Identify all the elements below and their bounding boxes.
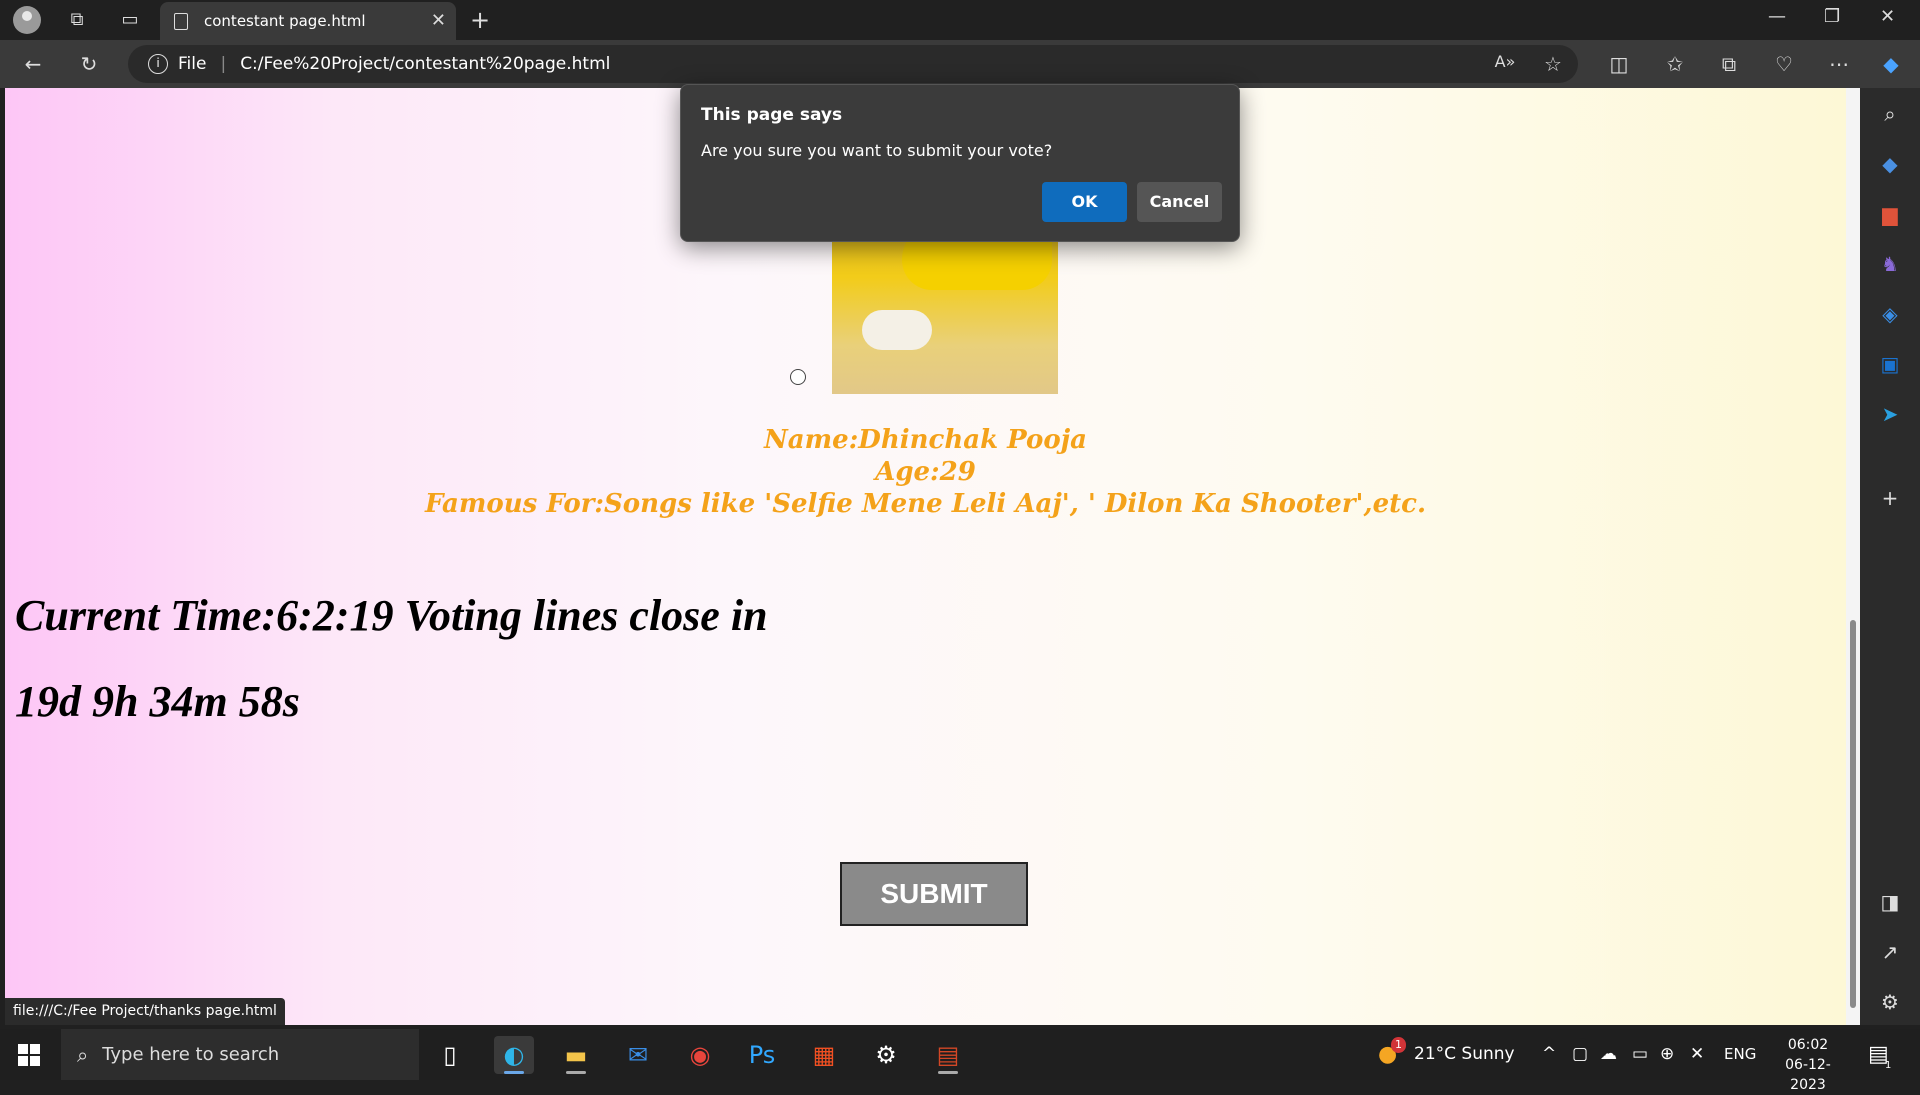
window-close-icon[interactable]: ✕ [1880, 6, 1895, 27]
cancel-button[interactable]: Cancel [1137, 182, 1222, 222]
clock-time: 06:02 [1787, 1037, 1829, 1053]
browser-tab-bar: ⧉ ▭ contestant page.html ✕ + — ❐ ✕ [0, 0, 1920, 40]
new-tab-button[interactable]: + [468, 8, 492, 32]
photoshop-icon[interactable]: Ps [742, 1036, 782, 1074]
chrome-icon[interactable]: ◉ [680, 1036, 720, 1074]
settings-icon[interactable]: ⚙ [866, 1036, 906, 1074]
taskbar-search[interactable]: ⌕ Type here to search [61, 1029, 419, 1080]
status-bar-url: file:///C:/Fee Project/thanks page.html [5, 998, 285, 1025]
submit-button[interactable]: SUBMIT [840, 862, 1028, 926]
mail-icon[interactable]: ✉ [618, 1036, 658, 1074]
windows-taskbar: ⌕ Type here to search ▯ ◐ ▬ ✉ ◉ Ps ▦ ⚙ ▤… [0, 1029, 1920, 1093]
games-icon[interactable]: ♞ [1876, 250, 1904, 278]
start-button[interactable] [18, 1044, 40, 1066]
split-screen-icon[interactable]: ◫ [1606, 52, 1632, 76]
address-scheme: File [178, 54, 207, 74]
address-separator: | [220, 54, 227, 74]
minimize-icon[interactable]: — [1768, 6, 1786, 27]
sidebar-settings-icon[interactable]: ⚙ [1876, 988, 1904, 1016]
read-aloud-icon[interactable]: A» [1492, 52, 1518, 71]
current-time: Current Time:6:2:19 Voting lines close i… [15, 591, 768, 640]
copilot-icon[interactable]: ◆ [1878, 52, 1904, 76]
task-view-icon[interactable]: ▯ [430, 1036, 470, 1074]
browser-toolbar: ← ↻ i File | C:/Fee%20Project/contestant… [0, 40, 1920, 88]
refresh-icon[interactable]: ↻ [76, 52, 102, 76]
weather-badge: 1 [1391, 1037, 1406, 1053]
vertical-tabs-icon[interactable]: ▭ [118, 8, 142, 32]
address-url: C:/Fee%20Project/contestant%20page.html [240, 54, 611, 74]
add-sidebar-app-icon[interactable]: + [1876, 484, 1904, 512]
countdown: 19d 9h 34m 58s [15, 677, 300, 726]
edge-icon[interactable]: ◐ [494, 1036, 534, 1074]
microsoft-365-icon[interactable]: ◈ [1876, 300, 1904, 328]
search-placeholder: Type here to search [102, 1044, 280, 1065]
show-hidden-icons-icon[interactable]: ^ [1542, 1029, 1556, 1080]
contestant-age: Age:29 [875, 457, 976, 487]
volume-muted-icon[interactable]: ✕ [1690, 1029, 1704, 1080]
external-link-icon[interactable]: ↗ [1876, 938, 1904, 966]
outlook-icon[interactable]: ▣ [1876, 350, 1904, 378]
drop-icon[interactable]: ➤ [1876, 400, 1904, 428]
hide-sidebar-icon[interactable]: ◨ [1876, 888, 1904, 916]
battery-icon[interactable]: ▭ [1632, 1029, 1648, 1080]
more-menu-icon[interactable]: ⋯ [1826, 52, 1852, 76]
meet-now-icon[interactable]: ▢ [1572, 1029, 1588, 1080]
address-bar[interactable]: i File | C:/Fee%20Project/contestant%20p… [128, 45, 1578, 83]
weather-text[interactable]: 21°C Sunny [1414, 1029, 1515, 1080]
profile-avatar[interactable] [13, 6, 41, 34]
dialog-title: This page says [701, 105, 843, 125]
search-icon[interactable]: ⌕ [1876, 100, 1904, 128]
powerpoint-icon[interactable]: ▤ [928, 1036, 968, 1074]
search-icon: ⌕ [77, 1042, 89, 1067]
restore-icon[interactable]: ❐ [1824, 6, 1840, 27]
file-explorer-icon[interactable]: ▬ [556, 1036, 596, 1074]
store-icon[interactable]: ▦ [804, 1036, 844, 1074]
dialog-message: Are you sure you want to submit your vot… [701, 141, 1053, 160]
back-icon[interactable]: ← [20, 52, 46, 76]
contestant-radio[interactable] [790, 369, 806, 385]
shopping-tag-icon[interactable]: ◆ [1876, 150, 1904, 178]
edge-sidebar: ⌕ ◆ ▆ ♞ ◈ ▣ ➤ + ◨ ↗ ⚙ [1860, 88, 1920, 1025]
workspaces-icon[interactable]: ⧉ [65, 8, 89, 32]
tools-briefcase-icon[interactable]: ▆ [1876, 200, 1904, 228]
close-tab-icon[interactable]: ✕ [431, 10, 446, 31]
onedrive-icon[interactable]: ☁ [1600, 1029, 1617, 1080]
info-icon[interactable]: i [148, 54, 168, 74]
collections-icon[interactable]: ⧉ [1716, 52, 1742, 76]
weather-icon[interactable]: ● [1378, 1029, 1397, 1080]
contestant-name: Name:Dhinchak Pooja [764, 425, 1087, 455]
tab-contestant-page[interactable]: contestant page.html ✕ [160, 2, 456, 40]
notification-count: 1 [1885, 1060, 1892, 1071]
clock-date: 06-12-2023 [1785, 1057, 1831, 1093]
ok-button[interactable]: OK [1042, 182, 1127, 222]
alert-dialog: This page says Are you sure you want to … [680, 84, 1240, 242]
tab-title: contestant page.html [204, 12, 366, 30]
favorite-star-icon[interactable]: ☆ [1540, 52, 1566, 76]
taskbar-clock[interactable]: 06:02 06-12-2023 [1768, 1035, 1848, 1095]
contestant-famous-for: Famous For:Songs like 'Selfie Mene Leli … [424, 489, 1426, 519]
browser-essentials-icon[interactable]: ♡ [1771, 52, 1797, 76]
network-icon[interactable]: ⊕ [1660, 1029, 1674, 1080]
language-indicator[interactable]: ENG [1724, 1029, 1756, 1080]
document-icon [174, 12, 188, 30]
favorites-icon[interactable]: ✩ [1662, 52, 1688, 76]
scrollbar-thumb[interactable] [1850, 620, 1856, 1008]
vertical-scrollbar[interactable] [1846, 88, 1860, 1025]
